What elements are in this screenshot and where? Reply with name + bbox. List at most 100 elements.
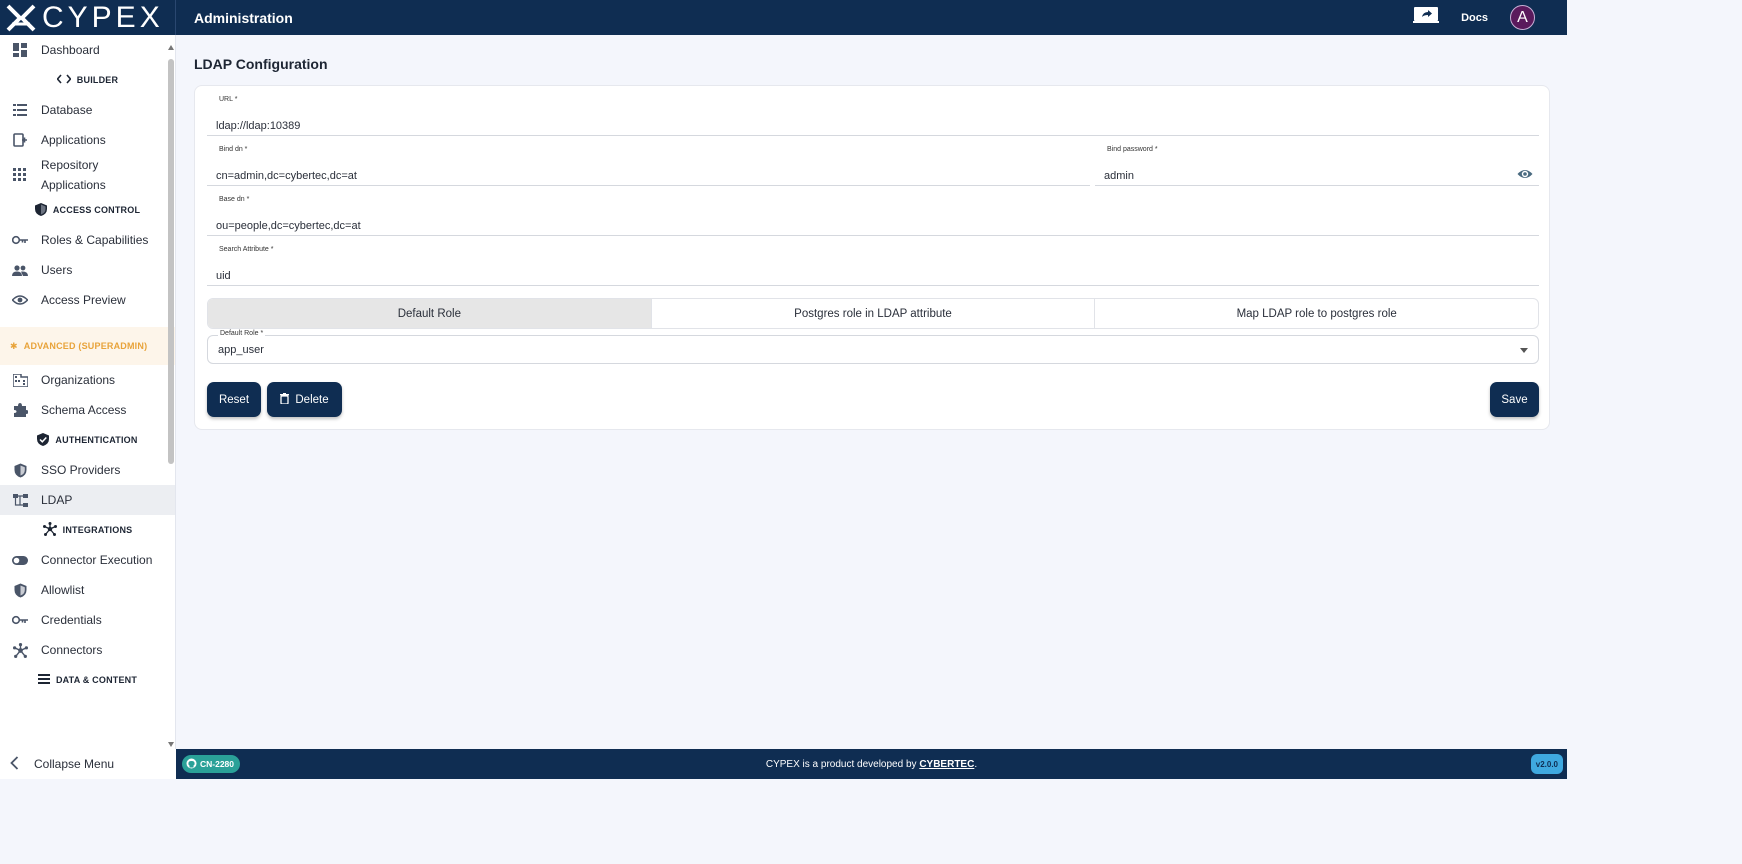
building-icon: [12, 372, 28, 388]
save-label: Save: [1501, 393, 1528, 406]
app-window: CYPEX Administration Docs A Dashboard BU…: [0, 0, 1567, 779]
user-avatar[interactable]: A: [1510, 5, 1535, 30]
reset-button[interactable]: Reset: [207, 382, 261, 417]
sidebar-item-users[interactable]: Users: [0, 255, 175, 285]
tab-postgres-role-in-ldap[interactable]: Postgres role in LDAP attribute: [652, 299, 1096, 328]
delete-label: Delete: [295, 393, 329, 406]
hierarchy-icon: [12, 492, 28, 508]
issue-badge[interactable]: CN-2280: [182, 755, 241, 773]
collapse-menu-button[interactable]: Collapse Menu: [0, 749, 176, 779]
base-dn-input[interactable]: ou=people,dc=cybertec,dc=at: [216, 220, 361, 232]
logo[interactable]: CYPEX: [0, 0, 176, 35]
sidebar-item-organizations[interactable]: Organizations: [0, 365, 175, 395]
sidebar-item-dashboard[interactable]: Dashboard: [0, 35, 175, 65]
section-data-content: DATA & CONTENT: [0, 665, 175, 695]
verified-shield-icon: [37, 432, 50, 448]
delete-button[interactable]: Delete: [267, 382, 342, 417]
docs-link[interactable]: Docs: [1461, 12, 1488, 24]
scrollbar-thumb[interactable]: [168, 59, 174, 464]
sidebar-item-label: Credentials: [41, 613, 102, 627]
logo-text: CYPEX: [42, 1, 164, 34]
puzzle-icon: [12, 402, 28, 418]
sidebar-item-sso-providers[interactable]: SSO Providers: [0, 455, 175, 485]
url-field[interactable]: URL * ldap://ldap:10389: [207, 90, 1539, 136]
bind-password-input[interactable]: admin: [1104, 170, 1134, 182]
section-label: DATA & CONTENT: [55, 675, 138, 685]
sidebar-item-label: LDAP: [41, 493, 73, 507]
base-dn-field[interactable]: Base dn * ou=people,dc=cybertec,dc=at: [207, 190, 1539, 236]
code-icon: [56, 74, 72, 86]
section-label: BUILDER: [76, 75, 119, 85]
section-advanced: ✱ ADVANCED (SUPERADMIN): [0, 327, 175, 365]
eye-icon: [12, 292, 28, 308]
top-bar: CYPEX Administration Docs A: [0, 0, 1567, 35]
bind-dn-field[interactable]: Bind dn * cn=admin,dc=cybertec,dc=at: [207, 140, 1090, 186]
page-title: LDAP Configuration: [194, 56, 328, 72]
section-label: ACCESS CONTROL: [52, 205, 141, 215]
default-role-value: app_user: [218, 344, 264, 356]
version-badge: v2.0.0: [1530, 754, 1563, 774]
shield-icon: [12, 462, 28, 478]
sidebar-item-schema-access[interactable]: Schema Access: [0, 395, 175, 425]
cybertec-link[interactable]: CYBERTEC: [919, 759, 974, 770]
sidebar-item-roles[interactable]: Roles & Capabilities: [0, 225, 175, 255]
shield-icon: [34, 202, 47, 218]
sidebar-item-label: Repository Applications: [41, 158, 106, 192]
key-icon: [12, 232, 28, 248]
url-input[interactable]: ldap://ldap:10389: [216, 120, 300, 132]
sidebar-item-repository-applications[interactable]: Repository Applications: [0, 155, 175, 195]
section-authentication: AUTHENTICATION: [0, 425, 175, 455]
sidebar-item-access-preview[interactable]: Access Preview: [0, 285, 175, 315]
default-role-label: Default Role *: [218, 330, 266, 337]
bind-dn-label: Bind dn *: [219, 146, 248, 153]
switch-app-icon[interactable]: [1413, 5, 1440, 30]
bind-password-field[interactable]: Bind password * admin: [1095, 140, 1539, 186]
trash-icon: [280, 392, 290, 407]
sidebar-item-label: Database: [41, 103, 93, 117]
hub-icon: [42, 522, 57, 538]
app-add-icon: [12, 132, 28, 148]
shield-icon: [12, 582, 28, 598]
sidebar-item-label: Connectors: [41, 643, 103, 657]
sidebar-item-label: Allowlist: [41, 583, 85, 597]
tab-map-ldap-role[interactable]: Map LDAP role to postgres role: [1095, 299, 1538, 328]
key-icon: [12, 612, 28, 628]
bind-password-label: Bind password *: [1107, 146, 1158, 153]
sidebar-item-database[interactable]: Database: [0, 95, 175, 125]
bind-dn-input[interactable]: cn=admin,dc=cybertec,dc=at: [216, 170, 357, 182]
sidebar-item-credentials[interactable]: Credentials: [0, 605, 175, 635]
footer-credit: CYPEX is a product developed by CYBERTEC…: [765, 758, 978, 770]
section-label: ADVANCED (SUPERADMIN): [23, 341, 148, 351]
base-dn-label: Base dn *: [219, 196, 250, 203]
default-role-select[interactable]: Default Role * app_user: [207, 330, 1539, 364]
sidebar-item-ldap[interactable]: LDAP: [0, 485, 175, 515]
sidebar-scrollbar[interactable]: [167, 45, 175, 747]
reset-label: Reset: [218, 393, 250, 406]
sidebar-item-connectors[interactable]: Connectors: [0, 635, 175, 665]
section-builder: BUILDER: [0, 65, 175, 95]
search-attribute-input[interactable]: uid: [216, 270, 231, 282]
sidebar-item-connector-execution[interactable]: Connector Execution: [0, 545, 175, 575]
footer: CYPEX is a product developed by CYBERTEC…: [176, 749, 1567, 779]
users-icon: [12, 262, 28, 278]
collapse-label: Collapse Menu: [34, 757, 115, 771]
search-attribute-field[interactable]: Search Attribute * uid: [207, 240, 1539, 286]
sidebar-item-applications[interactable]: Applications: [0, 125, 175, 155]
sidebar-item-label: Access Preview: [41, 293, 126, 307]
search-attribute-label: Search Attribute *: [219, 246, 274, 253]
dropdown-arrow-icon[interactable]: [1520, 348, 1528, 353]
sidebar-item-allowlist[interactable]: Allowlist: [0, 575, 175, 605]
dashboard-icon: [12, 42, 28, 58]
sidebar-item-label: Applications: [41, 133, 106, 147]
sidebar-item-label: Users: [41, 263, 73, 277]
hub-icon: [12, 642, 28, 658]
save-button[interactable]: Save: [1490, 382, 1539, 417]
tab-default-role[interactable]: Default Role: [208, 299, 652, 328]
sidebar: Dashboard BUILDER Database Applications …: [0, 35, 176, 749]
sidebar-item-label: Organizations: [41, 373, 116, 387]
gear-icon: ✱: [10, 340, 18, 351]
show-password-icon[interactable]: [1517, 166, 1533, 182]
sidebar-item-label: SSO Providers: [41, 463, 121, 477]
section-integrations: INTEGRATIONS: [0, 515, 175, 545]
grid-icon: [12, 167, 28, 183]
